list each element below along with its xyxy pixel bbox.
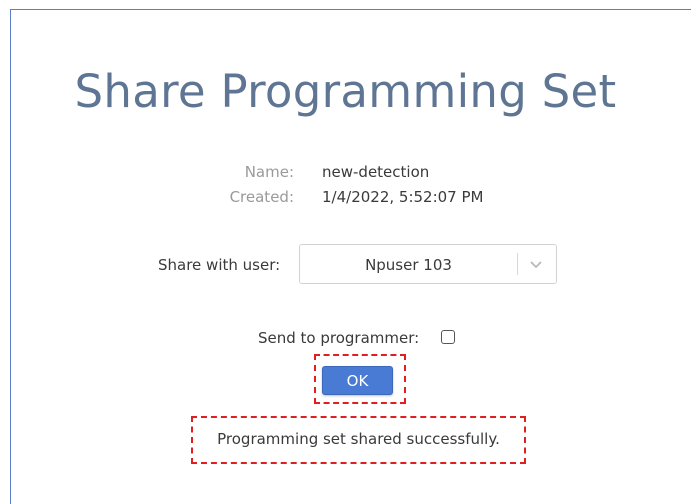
share-with-user-label: Share with user: [158, 256, 281, 274]
share-user-select[interactable]: Npuser 103 [299, 244, 557, 284]
select-divider [517, 253, 518, 275]
share-user-selected-value: Npuser 103 [365, 256, 452, 274]
chevron-down-icon[interactable] [526, 254, 546, 274]
created-value: 1/4/2022, 5:52:07 PM [322, 188, 484, 206]
send-to-programmer-label: Send to programmer: [258, 329, 420, 347]
status-message: Programming set shared successfully. [217, 430, 500, 448]
dialog-title: Share Programming Set [74, 65, 617, 118]
name-value: new-detection [322, 163, 430, 181]
created-label: Created: [229, 188, 294, 206]
name-label: Name: [244, 163, 294, 181]
send-to-programmer-checkbox[interactable] [441, 330, 455, 344]
ok-button[interactable]: OK [322, 366, 393, 395]
